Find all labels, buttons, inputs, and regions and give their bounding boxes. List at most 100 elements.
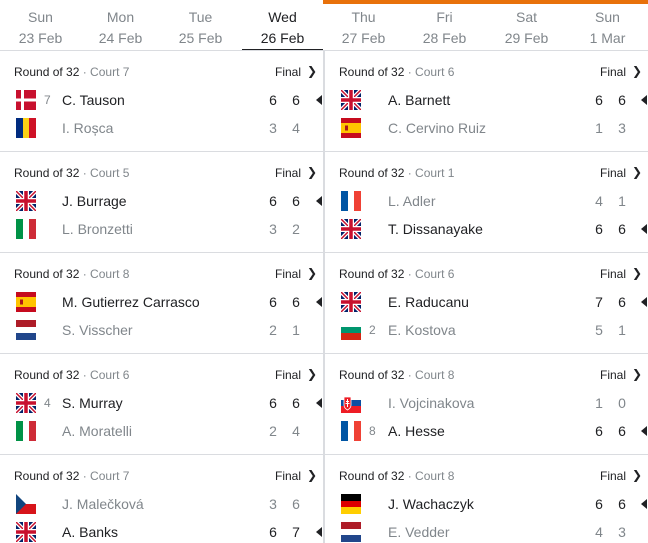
player-row: A. Banks 6 7 xyxy=(0,520,323,543)
match-card[interactable]: Round of 32 · Court 6 Final ❯ A. Barnett… xyxy=(325,51,648,152)
player-row: E. Vedder 4 3 xyxy=(325,520,648,543)
court-label: · Court 7 xyxy=(79,469,130,483)
winner-indicator-icon xyxy=(316,527,322,537)
match-card[interactable]: Round of 32 · Court 7 Final ❯ 7 C. Tauso… xyxy=(0,51,323,152)
set2-score: 1 xyxy=(618,322,626,338)
winner-indicator-icon xyxy=(316,196,322,206)
player-name: J. Wachaczyk xyxy=(388,496,474,512)
player-name: A. Hesse xyxy=(388,423,445,439)
uk-flag-icon xyxy=(341,90,361,110)
match-status: Final xyxy=(599,469,626,483)
set2-score: 1 xyxy=(618,193,626,209)
player-seed: 4 xyxy=(44,396,51,410)
match-card[interactable]: Round of 32 · Court 7 Final ❯ J. Malečko… xyxy=(0,455,323,543)
bulgaria-flag-icon xyxy=(341,320,361,340)
match-card[interactable]: Round of 32 · Court 6 Final ❯ E. Raducan… xyxy=(325,253,648,354)
day-date: 29 Feb xyxy=(504,30,549,46)
set2-score: 7 xyxy=(292,524,300,540)
day-date: 24 Feb xyxy=(98,30,143,46)
france-flag-icon xyxy=(341,191,361,211)
uk-flag-icon xyxy=(16,393,36,413)
set1-score: 3 xyxy=(269,221,277,237)
set1-score: 6 xyxy=(595,92,603,108)
day-tab-selected[interactable]: Wed 26 Feb xyxy=(242,0,323,51)
round-label: Round of 32 xyxy=(14,267,80,281)
uk-flag-icon xyxy=(341,219,361,239)
chevron-right-icon: ❯ xyxy=(631,64,642,78)
set1-score: 4 xyxy=(595,524,603,540)
winner-indicator-icon xyxy=(641,224,647,234)
chevron-right-icon: ❯ xyxy=(306,165,317,179)
set2-score: 6 xyxy=(292,193,300,209)
day-tab[interactable]: Sun 23 Feb xyxy=(0,0,81,51)
chevron-right-icon: ❯ xyxy=(306,367,317,381)
player-row: C. Cervino Ruiz 1 3 xyxy=(325,116,648,140)
chevron-right-icon: ❯ xyxy=(631,266,642,280)
court-label: · Court 1 xyxy=(404,166,455,180)
match-card[interactable]: Round of 32 · Court 6 Final ❯ 4 S. Murra… xyxy=(0,354,323,455)
match-card[interactable]: Round of 32 · Court 8 Final ❯ J. Wachacz… xyxy=(325,455,648,543)
chevron-right-icon: ❯ xyxy=(631,367,642,381)
match-status: Final xyxy=(274,469,301,483)
italy-flag-icon xyxy=(16,219,36,239)
match-header: Round of 32 · Court 6 xyxy=(339,267,454,281)
set2-score: 4 xyxy=(292,120,300,136)
match-header: Round of 32 · Court 6 xyxy=(339,65,454,79)
slovakia-flag-icon xyxy=(341,393,361,413)
winner-indicator-icon xyxy=(316,398,322,408)
court-label: · Court 6 xyxy=(404,65,455,79)
player-name: S. Visscher xyxy=(62,322,133,338)
match-card[interactable]: Round of 32 · Court 8 Final ❯ M. Gutierr… xyxy=(0,253,323,354)
day-tab[interactable]: Sat 29 Feb xyxy=(486,0,567,51)
player-name: E. Raducanu xyxy=(388,294,469,310)
day-tab[interactable]: Tue 25 Feb xyxy=(160,0,241,51)
winner-indicator-icon xyxy=(641,95,647,105)
day-date: 27 Feb xyxy=(341,30,386,46)
match-card[interactable]: Round of 32 · Court 5 Final ❯ J. Burrage… xyxy=(0,152,323,253)
player-seed: 2 xyxy=(369,323,376,337)
day-tab[interactable]: Fri 28 Feb xyxy=(404,0,485,51)
match-card[interactable]: Round of 32 · Court 8 Final ❯ I. Vojcina… xyxy=(325,354,648,455)
player-row: J. Wachaczyk 6 6 xyxy=(325,492,648,516)
set1-score: 1 xyxy=(595,120,603,136)
date-selector: Sun 23 Feb Mon 24 Feb Tue 25 Feb Wed 26 … xyxy=(0,0,648,52)
player-name: L. Bronzetti xyxy=(62,221,133,237)
match-status: Final xyxy=(599,267,626,281)
match-header: Round of 32 · Court 8 xyxy=(339,469,454,483)
winner-indicator-icon xyxy=(316,95,322,105)
player-name: A. Moratelli xyxy=(62,423,133,439)
uk-flag-icon xyxy=(16,191,36,211)
player-row: M. Gutierrez Carrasco 6 6 xyxy=(0,290,323,314)
match-status: Final xyxy=(599,166,626,180)
day-name: Wed xyxy=(268,9,297,25)
netherlands-flag-icon xyxy=(341,522,361,542)
match-header: Round of 32 · Court 1 xyxy=(339,166,454,180)
set2-score: 6 xyxy=(292,496,300,512)
court-label: · Court 6 xyxy=(79,368,130,382)
player-row: 8 A. Hesse 6 6 xyxy=(325,419,648,443)
player-name: S. Murray xyxy=(62,395,123,411)
player-row: I. Vojcinakova 1 0 xyxy=(325,391,648,415)
set1-score: 3 xyxy=(269,120,277,136)
player-name: J. Burrage xyxy=(62,193,127,209)
set1-score: 5 xyxy=(595,322,603,338)
set2-score: 6 xyxy=(292,395,300,411)
player-seed: 8 xyxy=(369,424,376,438)
player-name: I. Roșca xyxy=(62,120,114,136)
match-card[interactable]: Round of 32 · Court 1 Final ❯ L. Adler 4… xyxy=(325,152,648,253)
round-label: Round of 32 xyxy=(339,267,405,281)
day-tab[interactable]: Mon 24 Feb xyxy=(80,0,161,51)
player-row: 4 S. Murray 6 6 xyxy=(0,391,323,415)
player-name: A. Banks xyxy=(62,524,119,540)
set2-score: 3 xyxy=(618,524,626,540)
round-label: Round of 32 xyxy=(14,166,80,180)
player-name: A. Barnett xyxy=(388,92,451,108)
day-name: Fri xyxy=(436,9,453,25)
player-name: M. Gutierrez Carrasco xyxy=(62,294,200,310)
set1-score: 6 xyxy=(595,221,603,237)
day-name: Sun xyxy=(595,9,620,25)
match-status: Final xyxy=(274,65,301,79)
round-label: Round of 32 xyxy=(14,368,80,382)
day-tab[interactable]: Sun 1 Mar xyxy=(567,0,648,51)
day-tab[interactable]: Thu 27 Feb xyxy=(323,0,404,51)
